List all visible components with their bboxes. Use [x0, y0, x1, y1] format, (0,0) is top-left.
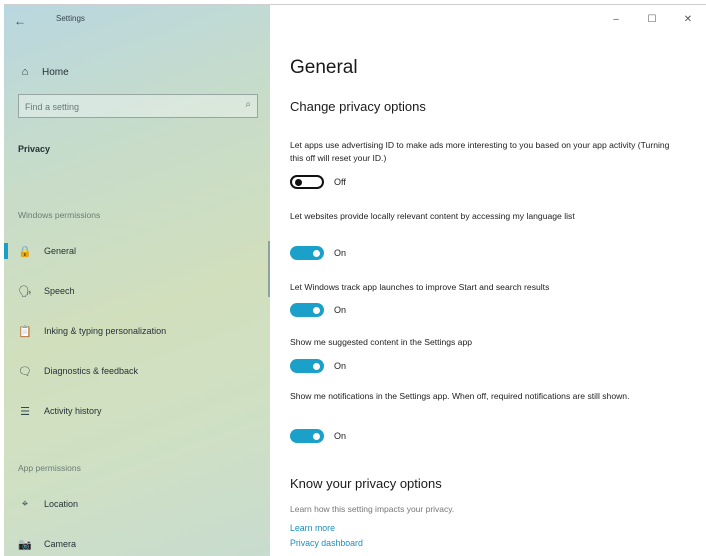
setting-toggle-row-advertising-id: Off	[290, 174, 346, 190]
search-box[interactable]: ⌕	[18, 94, 258, 118]
toggle-state-label: On	[334, 431, 347, 441]
advertising-id-toggle[interactable]	[290, 175, 324, 189]
main-panel: – ☐ ✕ General Change privacy options Let…	[270, 5, 706, 556]
setting-description-advertising-id: Let apps use advertising ID to make ads …	[290, 140, 670, 163]
setting-description-suggested-content: Show me suggested content in the Setting…	[290, 337, 473, 347]
location-icon: ⌖	[21, 497, 29, 510]
know-privacy-description: Learn how this setting impacts your priv…	[290, 504, 455, 514]
timeline-icon: ☰	[20, 405, 30, 418]
sidebar-item-diagnostics[interactable]: 🗨 Diagnostics & feedback	[4, 359, 270, 383]
know-privacy-heading: Know your privacy options	[290, 476, 442, 491]
toggle-knob	[313, 363, 320, 370]
toggle-knob	[313, 307, 320, 314]
setting-toggle-row-app-launches: On	[290, 302, 346, 318]
search-icon[interactable]: ⌕	[245, 99, 251, 110]
app-launches-toggle[interactable]	[290, 303, 324, 317]
sidebar-item-general[interactable]: 🔒 General	[4, 239, 270, 263]
sidebar-item-activity-history[interactable]: ☰ Activity history	[4, 399, 270, 423]
window-controls: – ☐ ✕	[598, 5, 706, 35]
toggle-state-label: On	[334, 248, 347, 258]
app-permissions-label: App permissions	[18, 463, 81, 473]
sidebar-item-label: Camera	[44, 539, 77, 549]
search-input[interactable]	[25, 99, 225, 115]
speech-icon: 🗣	[18, 285, 32, 298]
privacy-dashboard-link[interactable]: Privacy dashboard	[290, 538, 363, 548]
page-title: General	[290, 57, 358, 78]
clipboard-icon: 📋	[18, 325, 32, 338]
suggested-content-toggle[interactable]	[290, 359, 324, 373]
sidebar-item-location[interactable]: ⌖ Location	[4, 492, 270, 516]
sidebar-item-inking[interactable]: 📋 Inking & typing personalization	[4, 319, 270, 343]
back-arrow-icon[interactable]: ←	[14, 11, 38, 31]
nav-home[interactable]: ⌂ Home	[18, 62, 69, 82]
windows-permissions-label: Windows permissions	[18, 210, 101, 220]
sidebar-item-label: Activity history	[44, 406, 102, 416]
sidebar-item-label: General	[44, 246, 77, 256]
title-bar: ← Settings	[4, 5, 270, 35]
sidebar-item-label: Diagnostics & feedback	[44, 366, 139, 376]
toggle-state-label: On	[334, 361, 347, 371]
toggle-knob	[313, 250, 320, 257]
setting-toggle-row-notifications: On	[290, 428, 346, 444]
settings-window: ← Settings ⌂ Home ⌕ Privacy Windows perm…	[4, 4, 706, 556]
lock-icon: 🔒	[18, 245, 32, 258]
sidebar-item-speech[interactable]: 🗣 Speech	[4, 279, 270, 303]
change-privacy-heading: Change privacy options	[290, 99, 426, 114]
setting-description-app-launches: Let Windows track app launches to improv…	[290, 282, 550, 292]
app-title: Settings	[56, 14, 85, 23]
learn-more-link[interactable]: Learn more	[290, 523, 335, 533]
setting-description-language-list: Let websites provide locally relevant co…	[290, 211, 575, 221]
toggle-knob	[313, 433, 320, 440]
toggle-state-label: Off	[334, 177, 346, 187]
minimize-icon[interactable]: –	[598, 5, 634, 35]
setting-toggle-row-language-list: On	[290, 245, 346, 261]
setting-description-notifications: Show me notifications in the Settings ap…	[290, 391, 630, 401]
maximize-icon[interactable]: ☐	[634, 5, 670, 35]
language-list-toggle[interactable]	[290, 246, 324, 260]
close-icon[interactable]: ✕	[670, 5, 706, 35]
sidebar-item-camera[interactable]: 📷 Camera	[4, 532, 270, 556]
sidebar-item-label: Inking & typing personalization	[44, 326, 167, 336]
sidebar: ← Settings ⌂ Home ⌕ Privacy Windows perm…	[4, 5, 270, 556]
toggle-state-label: On	[334, 305, 347, 315]
sidebar-item-label: Speech	[44, 286, 75, 296]
feedback-icon: 🗨	[18, 365, 32, 378]
setting-toggle-row-suggested-content: On	[290, 358, 346, 374]
nav-home-label: Home	[42, 66, 69, 78]
camera-icon: 📷	[18, 538, 32, 551]
notifications-toggle[interactable]	[290, 429, 324, 443]
section-title: Privacy	[18, 144, 51, 154]
home-icon: ⌂	[21, 66, 29, 78]
sidebar-item-label: Location	[44, 499, 79, 509]
toggle-knob	[295, 179, 302, 186]
